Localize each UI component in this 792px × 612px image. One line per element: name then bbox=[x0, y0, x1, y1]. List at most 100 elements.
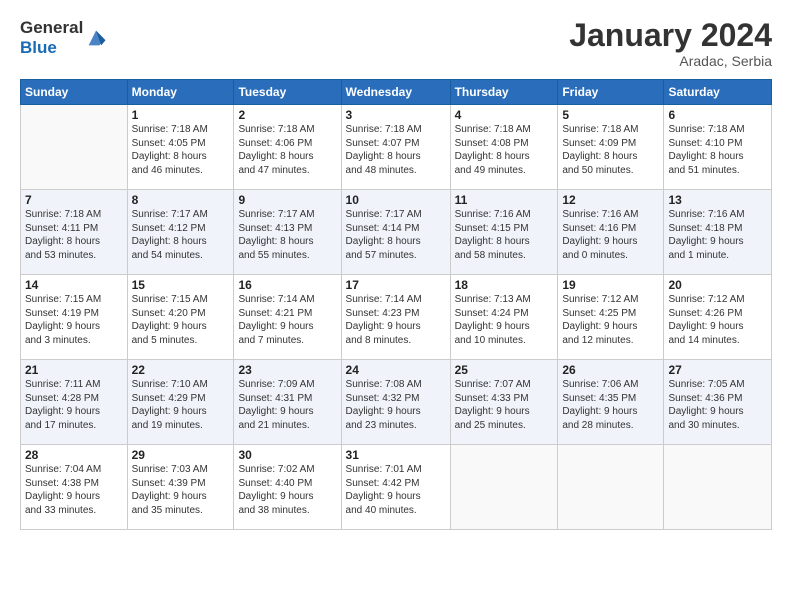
day-info: Sunrise: 7:06 AMSunset: 4:35 PMDaylight:… bbox=[562, 378, 659, 432]
day-number: 1 bbox=[132, 108, 230, 122]
day-number: 8 bbox=[132, 193, 230, 207]
table-row: 24Sunrise: 7:08 AMSunset: 4:32 PMDayligh… bbox=[341, 360, 450, 445]
header-row: Sunday Monday Tuesday Wednesday Thursday… bbox=[21, 80, 772, 105]
col-monday: Monday bbox=[127, 80, 234, 105]
day-info: Sunrise: 7:05 AMSunset: 4:36 PMDaylight:… bbox=[668, 378, 767, 432]
day-number: 27 bbox=[668, 363, 767, 377]
day-number: 5 bbox=[562, 108, 659, 122]
calendar-week-2: 14Sunrise: 7:15 AMSunset: 4:19 PMDayligh… bbox=[21, 275, 772, 360]
day-info: Sunrise: 7:18 AMSunset: 4:10 PMDaylight:… bbox=[668, 123, 767, 177]
page: General Blue January 2024 Aradac, Serbia… bbox=[0, 0, 792, 612]
day-number: 29 bbox=[132, 448, 230, 462]
day-info: Sunrise: 7:08 AMSunset: 4:32 PMDaylight:… bbox=[346, 378, 446, 432]
month-title: January 2024 bbox=[569, 18, 772, 53]
day-info: Sunrise: 7:12 AMSunset: 4:25 PMDaylight:… bbox=[562, 293, 659, 347]
table-row: 25Sunrise: 7:07 AMSunset: 4:33 PMDayligh… bbox=[450, 360, 558, 445]
calendar-week-1: 7Sunrise: 7:18 AMSunset: 4:11 PMDaylight… bbox=[21, 190, 772, 275]
logo-icon bbox=[85, 27, 107, 49]
day-info: Sunrise: 7:09 AMSunset: 4:31 PMDaylight:… bbox=[238, 378, 336, 432]
day-number: 26 bbox=[562, 363, 659, 377]
table-row: 20Sunrise: 7:12 AMSunset: 4:26 PMDayligh… bbox=[664, 275, 772, 360]
day-number: 16 bbox=[238, 278, 336, 292]
table-row: 14Sunrise: 7:15 AMSunset: 4:19 PMDayligh… bbox=[21, 275, 128, 360]
col-wednesday: Wednesday bbox=[341, 80, 450, 105]
table-row: 26Sunrise: 7:06 AMSunset: 4:35 PMDayligh… bbox=[558, 360, 664, 445]
day-number: 12 bbox=[562, 193, 659, 207]
day-number: 11 bbox=[455, 193, 554, 207]
col-sunday: Sunday bbox=[21, 80, 128, 105]
day-info: Sunrise: 7:16 AMSunset: 4:16 PMDaylight:… bbox=[562, 208, 659, 262]
table-row bbox=[664, 445, 772, 530]
day-number: 19 bbox=[562, 278, 659, 292]
day-number: 31 bbox=[346, 448, 446, 462]
day-number: 9 bbox=[238, 193, 336, 207]
table-row: 22Sunrise: 7:10 AMSunset: 4:29 PMDayligh… bbox=[127, 360, 234, 445]
col-tuesday: Tuesday bbox=[234, 80, 341, 105]
table-row: 7Sunrise: 7:18 AMSunset: 4:11 PMDaylight… bbox=[21, 190, 128, 275]
day-number: 17 bbox=[346, 278, 446, 292]
day-info: Sunrise: 7:17 AMSunset: 4:14 PMDaylight:… bbox=[346, 208, 446, 262]
day-info: Sunrise: 7:12 AMSunset: 4:26 PMDaylight:… bbox=[668, 293, 767, 347]
day-info: Sunrise: 7:18 AMSunset: 4:08 PMDaylight:… bbox=[455, 123, 554, 177]
table-row: 2Sunrise: 7:18 AMSunset: 4:06 PMDaylight… bbox=[234, 105, 341, 190]
table-row: 27Sunrise: 7:05 AMSunset: 4:36 PMDayligh… bbox=[664, 360, 772, 445]
table-row: 10Sunrise: 7:17 AMSunset: 4:14 PMDayligh… bbox=[341, 190, 450, 275]
day-info: Sunrise: 7:14 AMSunset: 4:21 PMDaylight:… bbox=[238, 293, 336, 347]
day-number: 15 bbox=[132, 278, 230, 292]
day-number: 25 bbox=[455, 363, 554, 377]
day-info: Sunrise: 7:04 AMSunset: 4:38 PMDaylight:… bbox=[25, 463, 123, 517]
day-number: 18 bbox=[455, 278, 554, 292]
calendar-table: Sunday Monday Tuesday Wednesday Thursday… bbox=[20, 79, 772, 530]
table-row: 11Sunrise: 7:16 AMSunset: 4:15 PMDayligh… bbox=[450, 190, 558, 275]
day-number: 22 bbox=[132, 363, 230, 377]
table-row: 9Sunrise: 7:17 AMSunset: 4:13 PMDaylight… bbox=[234, 190, 341, 275]
col-friday: Friday bbox=[558, 80, 664, 105]
day-number: 28 bbox=[25, 448, 123, 462]
day-number: 24 bbox=[346, 363, 446, 377]
day-info: Sunrise: 7:11 AMSunset: 4:28 PMDaylight:… bbox=[25, 378, 123, 432]
day-number: 14 bbox=[25, 278, 123, 292]
day-info: Sunrise: 7:03 AMSunset: 4:39 PMDaylight:… bbox=[132, 463, 230, 517]
table-row: 6Sunrise: 7:18 AMSunset: 4:10 PMDaylight… bbox=[664, 105, 772, 190]
table-row: 15Sunrise: 7:15 AMSunset: 4:20 PMDayligh… bbox=[127, 275, 234, 360]
table-row: 17Sunrise: 7:14 AMSunset: 4:23 PMDayligh… bbox=[341, 275, 450, 360]
day-info: Sunrise: 7:17 AMSunset: 4:13 PMDaylight:… bbox=[238, 208, 336, 262]
title-area: January 2024 Aradac, Serbia bbox=[569, 18, 772, 69]
day-number: 10 bbox=[346, 193, 446, 207]
header: General Blue January 2024 Aradac, Serbia bbox=[20, 18, 772, 69]
table-row: 16Sunrise: 7:14 AMSunset: 4:21 PMDayligh… bbox=[234, 275, 341, 360]
day-info: Sunrise: 7:18 AMSunset: 4:06 PMDaylight:… bbox=[238, 123, 336, 177]
day-info: Sunrise: 7:01 AMSunset: 4:42 PMDaylight:… bbox=[346, 463, 446, 517]
table-row: 3Sunrise: 7:18 AMSunset: 4:07 PMDaylight… bbox=[341, 105, 450, 190]
day-number: 4 bbox=[455, 108, 554, 122]
location-title: Aradac, Serbia bbox=[569, 53, 772, 69]
col-thursday: Thursday bbox=[450, 80, 558, 105]
logo-text: General Blue bbox=[20, 18, 83, 58]
day-info: Sunrise: 7:13 AMSunset: 4:24 PMDaylight:… bbox=[455, 293, 554, 347]
table-row: 1Sunrise: 7:18 AMSunset: 4:05 PMDaylight… bbox=[127, 105, 234, 190]
day-info: Sunrise: 7:15 AMSunset: 4:19 PMDaylight:… bbox=[25, 293, 123, 347]
table-row: 8Sunrise: 7:17 AMSunset: 4:12 PMDaylight… bbox=[127, 190, 234, 275]
table-row: 31Sunrise: 7:01 AMSunset: 4:42 PMDayligh… bbox=[341, 445, 450, 530]
calendar-week-3: 21Sunrise: 7:11 AMSunset: 4:28 PMDayligh… bbox=[21, 360, 772, 445]
calendar-week-4: 28Sunrise: 7:04 AMSunset: 4:38 PMDayligh… bbox=[21, 445, 772, 530]
day-info: Sunrise: 7:16 AMSunset: 4:15 PMDaylight:… bbox=[455, 208, 554, 262]
logo-blue: Blue bbox=[20, 38, 57, 57]
day-number: 7 bbox=[25, 193, 123, 207]
table-row: 23Sunrise: 7:09 AMSunset: 4:31 PMDayligh… bbox=[234, 360, 341, 445]
day-number: 13 bbox=[668, 193, 767, 207]
col-saturday: Saturday bbox=[664, 80, 772, 105]
calendar-week-0: 1Sunrise: 7:18 AMSunset: 4:05 PMDaylight… bbox=[21, 105, 772, 190]
day-info: Sunrise: 7:07 AMSunset: 4:33 PMDaylight:… bbox=[455, 378, 554, 432]
day-info: Sunrise: 7:10 AMSunset: 4:29 PMDaylight:… bbox=[132, 378, 230, 432]
table-row: 12Sunrise: 7:16 AMSunset: 4:16 PMDayligh… bbox=[558, 190, 664, 275]
table-row: 4Sunrise: 7:18 AMSunset: 4:08 PMDaylight… bbox=[450, 105, 558, 190]
table-row: 18Sunrise: 7:13 AMSunset: 4:24 PMDayligh… bbox=[450, 275, 558, 360]
day-number: 21 bbox=[25, 363, 123, 377]
day-info: Sunrise: 7:18 AMSunset: 4:11 PMDaylight:… bbox=[25, 208, 123, 262]
table-row bbox=[21, 105, 128, 190]
table-row bbox=[558, 445, 664, 530]
day-number: 2 bbox=[238, 108, 336, 122]
table-row: 29Sunrise: 7:03 AMSunset: 4:39 PMDayligh… bbox=[127, 445, 234, 530]
day-number: 20 bbox=[668, 278, 767, 292]
